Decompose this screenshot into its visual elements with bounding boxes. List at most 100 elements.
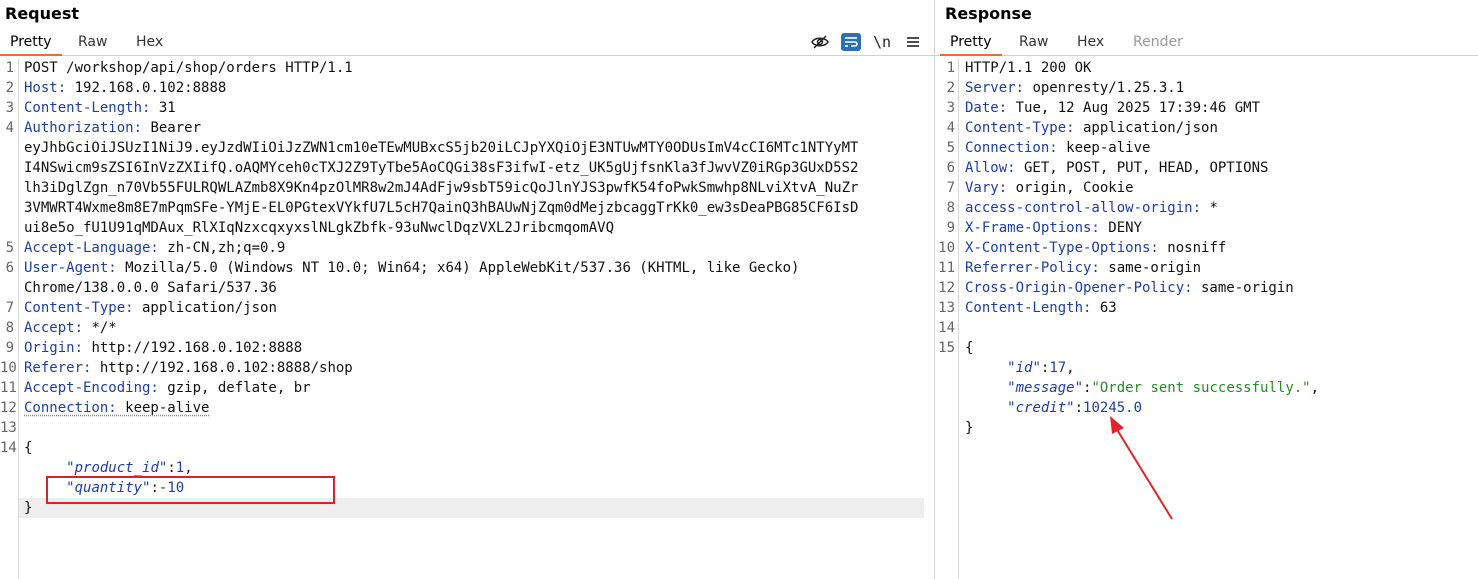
code-line[interactable]: 6 Allow: GET, POST, PUT, HEAD, OPTIONS — [935, 158, 1478, 178]
code-line[interactable]: eyJhbGciOiJSUzI1NiJ9.eyJzdWIiOiJzZWN1cm1… — [0, 138, 934, 158]
header-value: DENY — [1099, 220, 1143, 236]
code-line[interactable]: 5 Accept-Language: zh-CN,zh;q=0.9 — [0, 238, 934, 258]
newline-toggle-icon[interactable]: \n — [872, 33, 892, 51]
wrap-lines-icon[interactable] — [841, 33, 861, 51]
code-line[interactable]: 14 — [935, 318, 1478, 338]
header-name: Accept-Language: — [24, 240, 159, 256]
code-line[interactable]: 9 X-Frame-Options: DENY — [935, 218, 1478, 238]
code-line[interactable]: 5 Connection: keep-alive — [935, 138, 1478, 158]
response-editor[interactable]: 1 HTTP/1.1 200 OK 2 Server: openresty/1.25.… — [935, 58, 1478, 579]
code-line[interactable]: 7 Content-Type: application/json — [0, 298, 934, 318]
header-name: Origin: — [24, 340, 84, 356]
line-number: 7 — [5, 300, 14, 316]
active-tab-underline — [0, 54, 62, 56]
request-pane: Request Pretty Raw Hex \n 1 POST /worksho… — [0, 0, 934, 579]
quantity-highlight-box — [46, 476, 335, 504]
line-content: X-Frame-Options: DENY — [965, 218, 1142, 238]
tab-response-raw[interactable]: Raw — [1019, 34, 1048, 50]
code-line[interactable]: 13 — [0, 418, 934, 438]
code-line[interactable]: I4NSwicm9sZSI6InVzZXIifQ.oAQMYceh0cTXJ2Z… — [0, 158, 934, 178]
code-line[interactable]: 9 Origin: http://192.168.0.102:8888 — [0, 338, 934, 358]
line-content: Allow: GET, POST, PUT, HEAD, OPTIONS — [965, 158, 1268, 178]
line-content: Origin: http://192.168.0.102:8888 — [24, 338, 302, 358]
code-line[interactable]: lh3iDglZgn_n70Vb55FULRQWLAZmb8X9Kn4pzOlM… — [0, 178, 934, 198]
code-line[interactable]: 2 Host: 192.168.0.102:8888 — [0, 78, 934, 98]
code-line[interactable]: 3 Date: Tue, 12 Aug 2025 17:39:46 GMT — [935, 98, 1478, 118]
line-content: Authorization: Bearer — [24, 118, 201, 138]
code-line[interactable]: "credit":10245.0 — [935, 398, 1478, 418]
json-string-value: "Order sent successfully." — [1091, 380, 1311, 396]
header-value: nosniff — [1158, 240, 1227, 256]
line-number: 13 — [938, 300, 955, 316]
code-line[interactable]: 2 Server: openresty/1.25.3.1 — [935, 78, 1478, 98]
code-line[interactable]: ui8e5o_fU1U91qMDAux_RlXIqNzxcqxyxslNLgkZ… — [0, 218, 934, 238]
line-text: } — [24, 500, 33, 516]
code-line[interactable]: 3 Content-Length: 31 — [0, 98, 934, 118]
code-line[interactable]: 10 Referer: http://192.168.0.102:8888/sho… — [0, 358, 934, 378]
header-name: Host: — [24, 80, 67, 96]
code-line[interactable]: "message":"Order sent successfully.", — [935, 378, 1478, 398]
tab-request-pretty[interactable]: Pretty — [10, 34, 52, 50]
tab-response-pretty[interactable]: Pretty — [950, 34, 992, 50]
line-number: 14 — [0, 440, 17, 456]
line-number: 8 — [5, 320, 14, 336]
code-line[interactable]: 6 User-Agent: Mozilla/5.0 (Windows NT 10.… — [0, 258, 934, 278]
line-content: Date: Tue, 12 Aug 2025 17:39:46 GMT — [965, 98, 1260, 118]
line-content: } — [24, 498, 32, 518]
line-text: { — [24, 440, 33, 456]
code-line[interactable]: 12 Cross-Origin-Opener-Policy: same-origi… — [935, 278, 1478, 298]
code-line[interactable]: 11 Referrer-Policy: same-origin — [935, 258, 1478, 278]
code-line[interactable]: "product_id":1, — [0, 458, 934, 478]
menu-icon[interactable] — [903, 33, 923, 51]
tab-response-hex[interactable]: Hex — [1077, 34, 1104, 50]
code-line[interactable]: "id":17, — [935, 358, 1478, 378]
code-line[interactable]: 3VMWRT4Wxme8m8E7mPqmSFe-YMjE-EL0PGtexVYk… — [0, 198, 934, 218]
header-value: origin, Cookie — [1007, 180, 1134, 196]
code-line[interactable]: 7 Vary: origin, Cookie — [935, 178, 1478, 198]
code-line[interactable]: 1 POST /workshop/api/shop/orders HTTP/1.1 — [0, 58, 934, 78]
line-content: Content-Type: application/json — [24, 298, 277, 318]
line-number: 4 — [5, 120, 14, 136]
tab-response-render[interactable]: Render — [1133, 34, 1183, 50]
header-name: Connection: — [965, 140, 1058, 156]
line-number: 12 — [0, 400, 17, 416]
code-line[interactable]: } — [935, 418, 1478, 438]
code-line[interactable]: 14 { — [0, 438, 934, 458]
line-content: Connection: keep-alive — [965, 138, 1150, 158]
json-key: "product_id" — [66, 460, 168, 476]
line-number: 6 — [5, 260, 14, 276]
code-line[interactable]: 11 Accept-Encoding: gzip, deflate, br — [0, 378, 934, 398]
code-line[interactable]: 4 Content-Type: application/json — [935, 118, 1478, 138]
header-name: Date: — [965, 100, 1008, 116]
line-text: HTTP/1.1 200 OK — [965, 60, 1092, 76]
header-value: same-origin — [1192, 280, 1294, 296]
json-key: "credit" — [1007, 400, 1075, 416]
line-number: 10 — [0, 360, 17, 376]
code-line[interactable]: 15 { — [935, 338, 1478, 358]
line-content: access-control-allow-origin: * — [965, 198, 1218, 218]
code-line[interactable]: 13 Content-Length: 63 — [935, 298, 1478, 318]
line-content: Connection: keep-alive — [24, 398, 209, 418]
code-line[interactable]: 1 HTTP/1.1 200 OK — [935, 58, 1478, 78]
line-content: Referer: http://192.168.0.102:8888/shop — [24, 358, 353, 378]
line-content: Host: 192.168.0.102:8888 — [24, 78, 226, 98]
json-comma: , — [184, 460, 193, 476]
header-name: Content-Length: — [24, 100, 151, 116]
line-text: Chrome/138.0.0.0 Safari/537.36 — [24, 280, 277, 296]
code-line[interactable]: Chrome/138.0.0.0 Safari/537.36 — [0, 278, 934, 298]
line-content: Chrome/138.0.0.0 Safari/537.36 — [24, 278, 277, 298]
code-line[interactable]: 4 Authorization: Bearer — [0, 118, 934, 138]
code-line[interactable]: 8 access-control-allow-origin: * — [935, 198, 1478, 218]
code-line[interactable]: 8 Accept: */* — [0, 318, 934, 338]
header-value: http://192.168.0.102:8888 — [83, 340, 303, 356]
code-line[interactable]: 12 Connection: keep-alive — [0, 398, 934, 418]
line-content: Vary: origin, Cookie — [965, 178, 1134, 198]
hide-nonprintable-icon[interactable] — [810, 33, 830, 51]
tab-request-hex[interactable]: Hex — [136, 34, 163, 50]
line-number: 7 — [946, 180, 955, 196]
tab-request-raw[interactable]: Raw — [78, 34, 107, 50]
line-number: 5 — [5, 240, 14, 256]
line-number: 13 — [0, 420, 17, 436]
code-line[interactable]: 10 X-Content-Type-Options: nosniff — [935, 238, 1478, 258]
json-number-value: 1 — [175, 460, 185, 476]
